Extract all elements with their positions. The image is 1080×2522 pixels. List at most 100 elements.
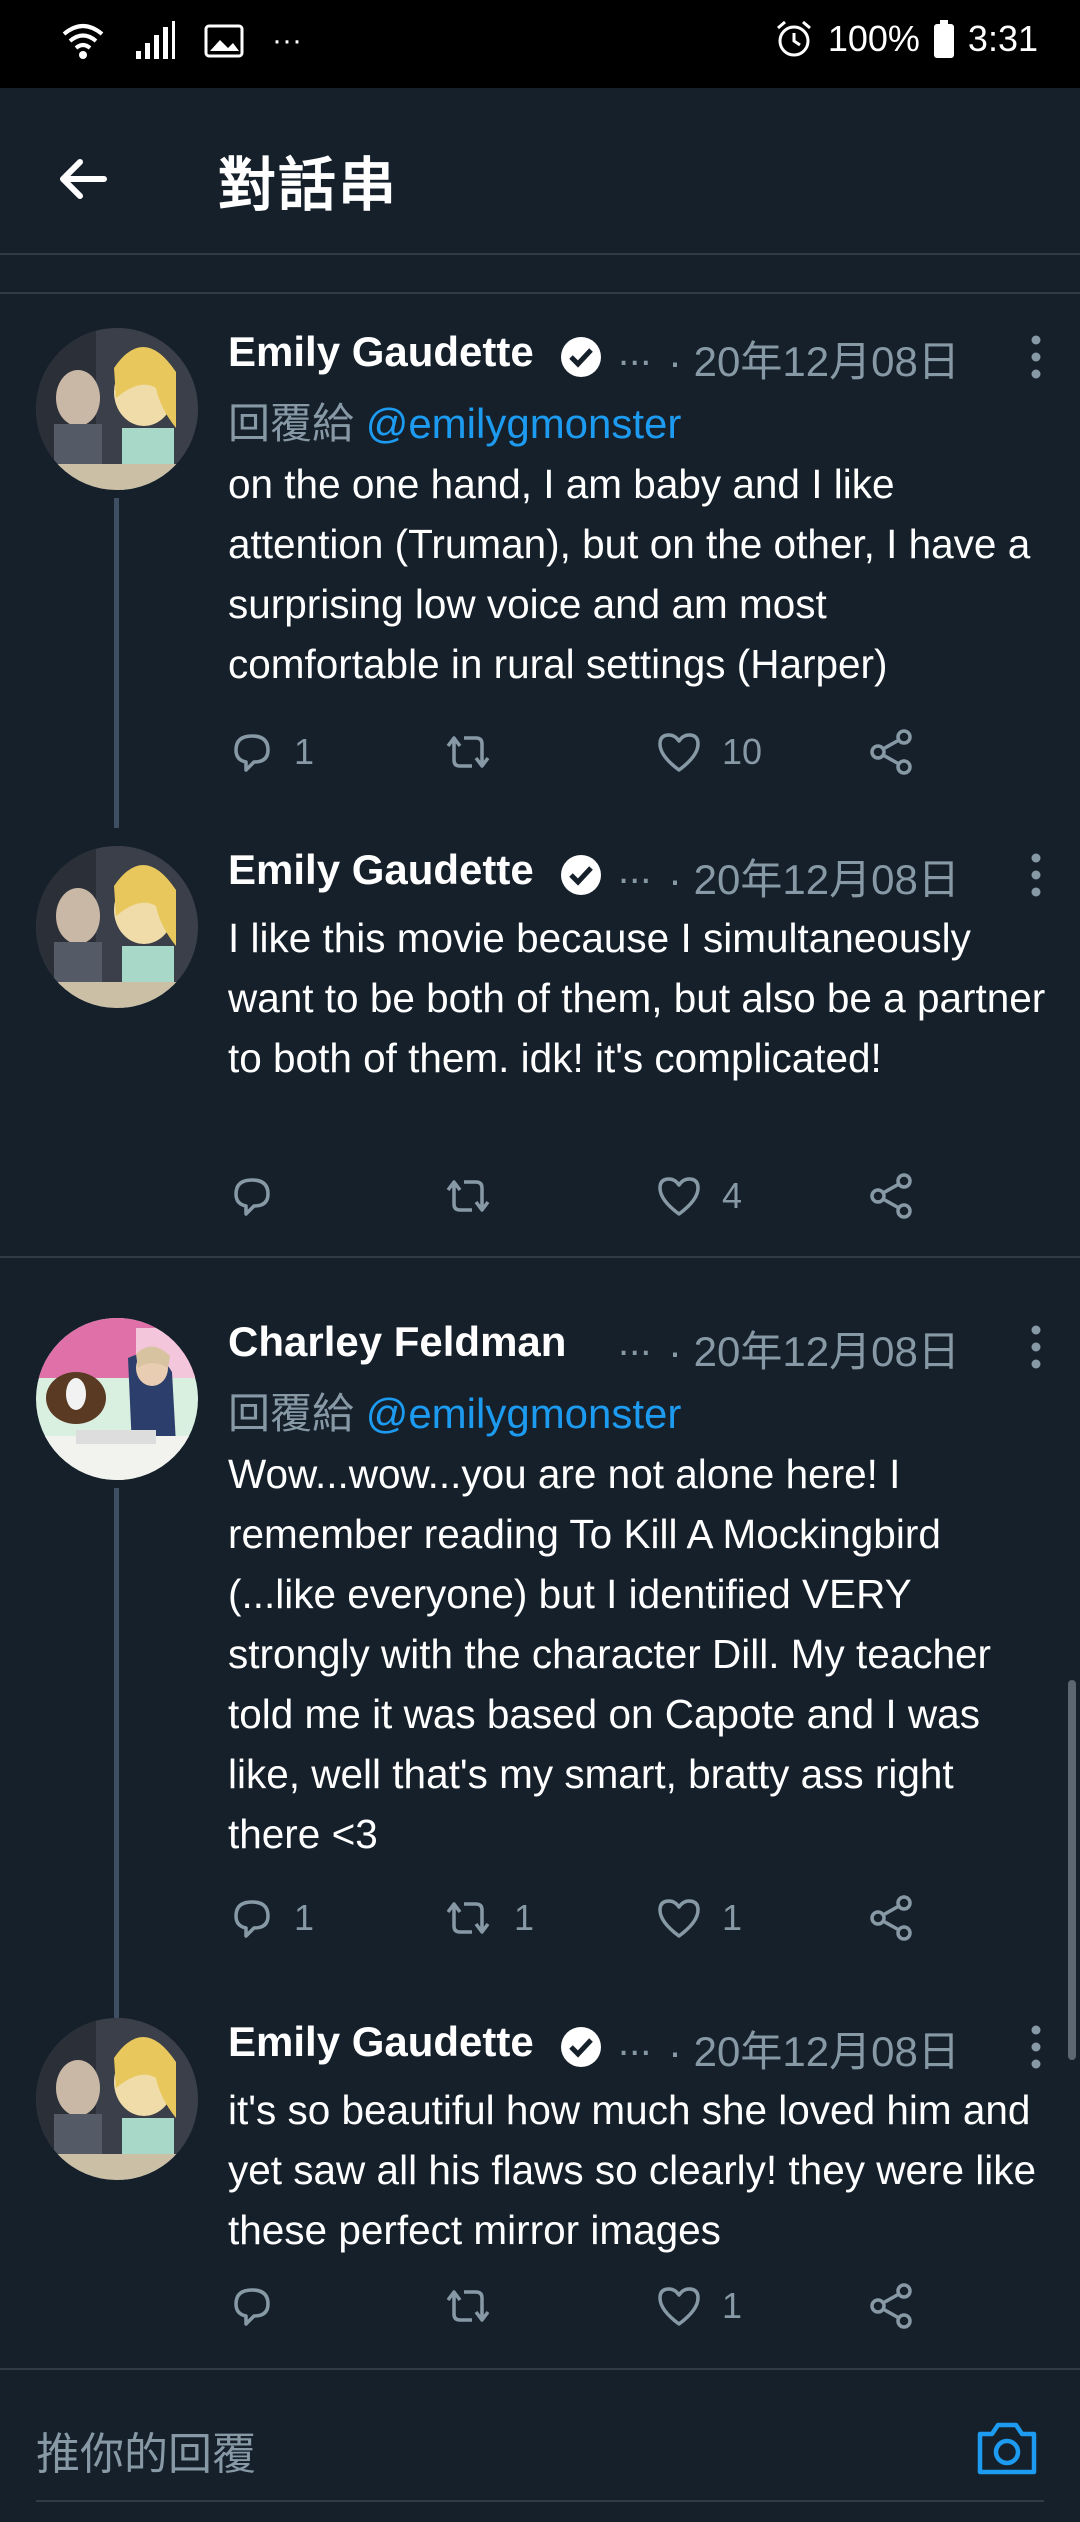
reply-input[interactable]: 推你的回覆 bbox=[36, 2418, 256, 2482]
heart-icon bbox=[658, 2287, 700, 2326]
camera-icon bbox=[977, 2422, 1037, 2475]
retweet-icon bbox=[446, 1180, 490, 1212]
tweet-text: it's so beautiful how much she loved him… bbox=[228, 2087, 1037, 2253]
share-icon bbox=[870, 1173, 912, 1219]
tweet-actions: 1 bbox=[228, 2276, 1048, 2336]
tweet-date[interactable]: · 20年12月08日 bbox=[668, 328, 960, 389]
like-count: 1 bbox=[722, 2285, 743, 2326]
wifi-icon bbox=[60, 18, 106, 64]
divider bbox=[36, 2500, 1044, 2502]
share-button[interactable] bbox=[866, 2276, 916, 2336]
compose-bar: 推你的回覆 bbox=[0, 2368, 1080, 2522]
name-ellipsis: ... bbox=[618, 1320, 652, 1364]
reply-button[interactable]: 1 bbox=[228, 722, 314, 782]
tweet-actions: 4 bbox=[228, 1166, 1048, 1226]
name-ellipsis: ... bbox=[618, 2020, 652, 2064]
alarm-icon bbox=[774, 19, 814, 59]
tweet[interactable]: Emily Gaudette ... · 20年12月08日 I like th… bbox=[0, 846, 1080, 1246]
like-button[interactable]: 1 bbox=[654, 2276, 742, 2336]
more-options-button[interactable] bbox=[1024, 2022, 1048, 2072]
more-status-text: ··· bbox=[272, 24, 302, 57]
reply-prefix: 回覆給 bbox=[228, 400, 355, 447]
author-name[interactable]: Emily Gaudette bbox=[228, 846, 534, 894]
heart-icon bbox=[658, 1899, 700, 1938]
reply-count: 1 bbox=[294, 731, 315, 772]
more-vertical-icon bbox=[1031, 1325, 1041, 1369]
tweet[interactable]: Emily Gaudette ... · 20年12月08日 回覆給 @emil… bbox=[0, 328, 1080, 828]
tweet-date[interactable]: · 20年12月08日 bbox=[668, 2018, 960, 2079]
heart-icon bbox=[658, 733, 700, 772]
retweet-count: 1 bbox=[514, 1897, 535, 1938]
reply-prefix: 回覆給 bbox=[228, 1390, 355, 1437]
more-vertical-icon bbox=[1031, 853, 1041, 897]
reply-icon bbox=[234, 1178, 270, 1216]
gallery-icon bbox=[204, 23, 244, 59]
verified-badge-icon bbox=[561, 2027, 601, 2067]
share-button[interactable] bbox=[866, 1888, 916, 1948]
tweet-text: I like this movie because I simultaneous… bbox=[228, 915, 1046, 1081]
retweet-button[interactable]: 1 bbox=[440, 1888, 534, 1948]
reply-icon bbox=[234, 1900, 270, 1938]
avatar[interactable] bbox=[36, 2018, 198, 2180]
thread-line bbox=[114, 1488, 119, 2018]
more-vertical-icon bbox=[1031, 2025, 1041, 2069]
retweet-button[interactable] bbox=[440, 1166, 514, 1226]
scrollbar-thumb[interactable] bbox=[1068, 1680, 1076, 2060]
page-title: 對話串 bbox=[218, 153, 399, 218]
tweet-text: on the one hand, I am baby and I like at… bbox=[228, 461, 1031, 687]
like-button[interactable]: 1 bbox=[654, 1888, 742, 1948]
thread-line bbox=[114, 498, 119, 828]
author-name[interactable]: Emily Gaudette bbox=[228, 2018, 534, 2066]
reply-handle-link[interactable]: @emilygmonster bbox=[366, 400, 682, 447]
avatar-photo bbox=[36, 1318, 198, 1480]
retweet-button[interactable] bbox=[440, 2276, 514, 2336]
battery-percent: 100% bbox=[827, 18, 920, 59]
reply-button[interactable] bbox=[228, 1166, 294, 1226]
more-options-button[interactable] bbox=[1024, 332, 1048, 382]
verified-badge-icon bbox=[561, 855, 601, 895]
tweet-date[interactable]: · 20年12月08日 bbox=[668, 846, 960, 907]
heart-icon bbox=[658, 1177, 700, 1216]
avatar[interactable] bbox=[36, 1318, 198, 1480]
verified-badge-icon bbox=[561, 337, 601, 377]
author-name[interactable]: Emily Gaudette bbox=[228, 328, 534, 376]
share-button[interactable] bbox=[866, 1166, 916, 1226]
reply-icon bbox=[234, 734, 270, 772]
more-options-button[interactable] bbox=[1024, 1322, 1048, 1372]
avatar-illustration bbox=[36, 2018, 198, 2180]
tweet-actions: 1 10 bbox=[228, 722, 1048, 782]
reply-icon bbox=[234, 2288, 270, 2326]
tweet[interactable]: Emily Gaudette ... · 20年12月08日 it's so b… bbox=[0, 2018, 1080, 2358]
name-ellipsis: ... bbox=[618, 330, 652, 374]
avatar[interactable] bbox=[36, 328, 198, 490]
back-button[interactable] bbox=[50, 144, 120, 214]
like-button[interactable]: 4 bbox=[654, 1166, 742, 1226]
avatar-illustration bbox=[36, 846, 198, 1008]
tweet-actions: 1 1 1 bbox=[228, 1888, 1048, 1948]
retweet-icon bbox=[446, 2290, 490, 2322]
share-icon bbox=[870, 1895, 912, 1941]
tweet[interactable]: Charley Feldman ... · 20年12月08日 回覆給 @emi… bbox=[0, 1318, 1080, 2018]
battery-icon bbox=[933, 20, 954, 58]
reply-button[interactable]: 1 bbox=[228, 1888, 314, 1948]
like-count: 10 bbox=[722, 731, 763, 772]
like-count: 1 bbox=[722, 1897, 743, 1938]
like-count: 4 bbox=[722, 1175, 743, 1216]
tweet-date[interactable]: · 20年12月08日 bbox=[668, 1318, 960, 1379]
reply-button[interactable] bbox=[228, 2276, 294, 2336]
share-icon bbox=[870, 729, 912, 775]
retweet-button[interactable] bbox=[440, 722, 514, 782]
clock: 3:31 bbox=[967, 18, 1038, 59]
reply-handle-link[interactable]: @emilygmonster bbox=[366, 1390, 682, 1437]
avatar[interactable] bbox=[36, 846, 198, 1008]
share-button[interactable] bbox=[866, 722, 916, 782]
share-icon bbox=[870, 2283, 912, 2329]
reply-to: 回覆給 @emilygmonster bbox=[228, 1380, 681, 1441]
author-name[interactable]: Charley Feldman bbox=[228, 1318, 566, 1366]
retweet-icon bbox=[446, 736, 490, 768]
like-button[interactable]: 10 bbox=[654, 722, 762, 782]
arrow-left-icon bbox=[60, 159, 107, 199]
camera-button[interactable] bbox=[974, 2418, 1040, 2478]
tweet-text: Wow...wow...you are not alone here! I re… bbox=[228, 1451, 992, 1857]
more-options-button[interactable] bbox=[1024, 850, 1048, 900]
